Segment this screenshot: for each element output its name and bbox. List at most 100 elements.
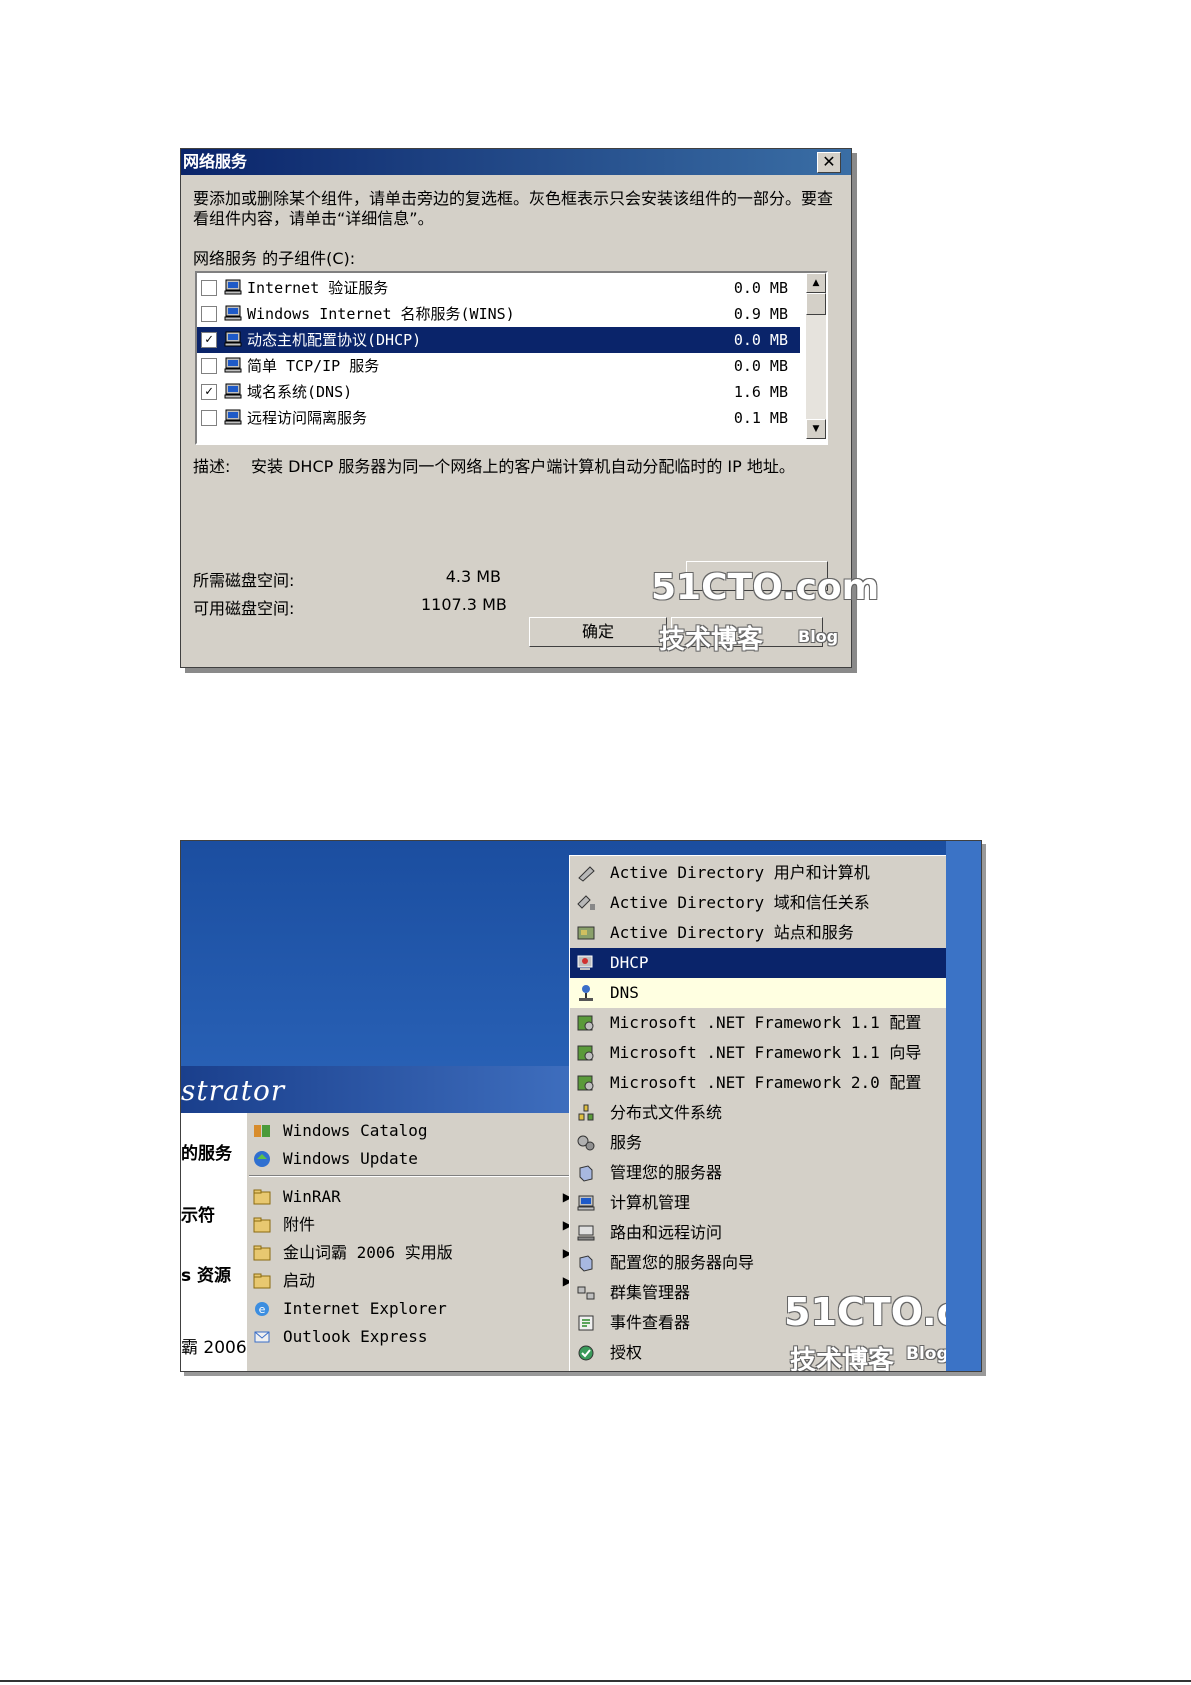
- services-icon: [577, 1135, 595, 1151]
- ad-sites-icon: [577, 926, 595, 940]
- folder-icon: [253, 1245, 271, 1261]
- menu-item-accessories[interactable]: 附件 ▶: [247, 1211, 582, 1239]
- menu-item-label: Internet Explorer: [283, 1299, 447, 1318]
- menu-item-dotnet-11-wizard[interactable]: Microsoft .NET Framework 1.1 向导: [570, 1038, 947, 1068]
- item-name: Windows Internet 名称服务(WINS): [247, 305, 515, 323]
- menu-item-manage-server[interactable]: 管理您的服务器: [570, 1158, 947, 1188]
- update-icon: [254, 1151, 270, 1167]
- menu-item-ad-domains[interactable]: Active Directory 域和信任关系: [570, 888, 947, 918]
- left-panel-item[interactable]: 示符: [181, 1201, 215, 1226]
- list-item[interactable]: 简单 TCP/IP 服务 0.0 MB: [197, 353, 800, 379]
- scroll-thumb[interactable]: [806, 293, 826, 315]
- menu-item-label: 路由和远程访问: [610, 1223, 723, 1242]
- menu-item-label: 附件: [283, 1215, 316, 1234]
- description-text: 安装 DHCP 服务器为同一个网络上的客户端计算机自动分配临时的 IP 地址。: [251, 457, 795, 476]
- item-name: 简单 TCP/IP 服务: [247, 357, 380, 375]
- checkbox[interactable]: [201, 306, 217, 322]
- list-item[interactable]: Windows Internet 名称服务(WINS) 0.9 MB: [197, 301, 800, 327]
- outlook-icon: [254, 1331, 270, 1343]
- menu-item-label: WinRAR: [283, 1187, 341, 1206]
- subcomponents-list[interactable]: Internet 验证服务 0.0 MB Windows Internet 名称…: [195, 271, 828, 445]
- menu-item-label: Outlook Express: [283, 1327, 428, 1346]
- menu-item-label: 管理您的服务器: [610, 1163, 723, 1182]
- menu-item-label: DNS: [610, 983, 639, 1002]
- menu-item-kingsoft-dictionary[interactable]: 金山词霸 2006 实用版 ▶: [247, 1239, 582, 1267]
- item-name: 远程访问隔离服务: [247, 409, 368, 427]
- menu-item-dhcp[interactable]: DHCP: [570, 948, 947, 978]
- menu-item-label: 分布式文件系统: [610, 1103, 723, 1122]
- left-panel-item[interactable]: 霸 2006: [181, 1333, 247, 1358]
- description-label: 描述:: [193, 457, 231, 476]
- checkbox[interactable]: ✓: [201, 332, 217, 348]
- watermark-subtitle: 技术博客: [790, 1346, 895, 1372]
- menu-item-label: 计算机管理: [610, 1193, 691, 1212]
- menu-item-dotnet-20-config[interactable]: Microsoft .NET Framework 2.0 配置: [570, 1068, 947, 1098]
- dialog-title: 网络服务: [183, 152, 248, 171]
- configure-server-icon: [579, 1255, 593, 1272]
- item-size: 0.9 MB: [733, 305, 788, 323]
- menu-item-dotnet-11-config[interactable]: Microsoft .NET Framework 1.1 配置: [570, 1008, 947, 1038]
- item-name: 域名系统(DNS): [247, 383, 353, 401]
- computer-icon: [224, 331, 242, 347]
- disk-required-value: 4.3 MB: [445, 567, 501, 586]
- checkbox[interactable]: ✓: [201, 384, 217, 400]
- item-size: 0.0 MB: [733, 331, 788, 349]
- close-button[interactable]: ✕: [817, 152, 841, 173]
- menu-item-label: 服务: [610, 1133, 643, 1152]
- user-name-fragment: strator: [181, 1074, 286, 1107]
- disk-available-label: 可用磁盘空间:: [193, 599, 295, 618]
- ok-label: 确定: [581, 622, 614, 641]
- menu-item-dns[interactable]: DNS: [570, 978, 947, 1008]
- dialog-title-bar[interactable]: 网络服务 ✕: [181, 149, 851, 175]
- item-name: 动态主机配置协议(DHCP): [247, 331, 422, 349]
- menu-item-startup[interactable]: 启动 ▶: [247, 1267, 582, 1295]
- dotnet-icon: [577, 1075, 594, 1091]
- menu-item-winrar[interactable]: WinRAR ▶: [247, 1183, 582, 1211]
- start-menu-screenshot: strator 的服务 示符 s 资源 霸 2006 Windows Catal…: [180, 840, 982, 1372]
- menu-item-ad-sites[interactable]: Active Directory 站点和服务: [570, 918, 947, 948]
- vertical-scrollbar[interactable]: ▲ ▼: [806, 273, 826, 439]
- left-panel-item[interactable]: 的服务: [181, 1139, 232, 1164]
- menu-item-configure-server-wizard[interactable]: 配置您的服务器向导: [570, 1248, 947, 1278]
- menu-item-computer-management[interactable]: 计算机管理: [570, 1188, 947, 1218]
- folder-icon: [253, 1189, 271, 1205]
- menu-item-ad-users[interactable]: Active Directory 用户和计算机: [570, 858, 947, 888]
- checkbox[interactable]: [201, 280, 217, 296]
- scroll-up-button[interactable]: ▲: [806, 273, 826, 293]
- instruction-text: 要添加或删除某个组件，请单击旁边的复选框。灰色框表示只会安装该组件的一部分。要查…: [193, 189, 834, 228]
- menu-item-dfs[interactable]: 分布式文件系统: [570, 1098, 947, 1128]
- menu-item-outlook-express[interactable]: Outlook Express: [247, 1323, 582, 1351]
- menu-item-label: 金山词霸 2006 实用版: [283, 1243, 453, 1262]
- menu-item-windows-catalog[interactable]: Windows Catalog: [247, 1117, 582, 1145]
- dotnet-icon: [577, 1015, 594, 1031]
- menu-item-routing-remote-access[interactable]: 路由和远程访问: [570, 1218, 947, 1248]
- checkbox[interactable]: [201, 358, 217, 374]
- ad-users-icon: [578, 866, 595, 882]
- menu-item-services[interactable]: 服务: [570, 1128, 947, 1158]
- item-size: 0.0 MB: [733, 279, 788, 297]
- all-programs-menu: Windows Catalog Windows Update WinRAR ▶ …: [246, 1113, 582, 1371]
- checkbox[interactable]: [201, 410, 217, 426]
- list-item[interactable]: Internet 验证服务 0.0 MB: [197, 275, 800, 301]
- folder-icon: [253, 1217, 271, 1233]
- event-viewer-icon: [578, 1315, 594, 1331]
- menu-item-windows-update[interactable]: Windows Update: [247, 1145, 582, 1173]
- close-icon: ✕: [822, 152, 836, 171]
- left-panel-item[interactable]: s 资源: [181, 1261, 231, 1286]
- ad-domains-icon: [577, 895, 595, 910]
- menu-item-label: 事件查看器: [610, 1313, 691, 1332]
- ok-button[interactable]: 确定: [529, 617, 667, 647]
- watermark-blog: Blog: [906, 1344, 949, 1364]
- list-item[interactable]: 远程访问隔离服务 0.1 MB: [197, 405, 800, 431]
- routing-icon: [577, 1225, 595, 1241]
- start-menu-user-banner: strator: [181, 1066, 581, 1116]
- list-item[interactable]: ✓ 动态主机配置协议(DHCP) 0.0 MB: [197, 327, 800, 353]
- computer-icon: [224, 409, 242, 425]
- list-item[interactable]: ✓ 域名系统(DNS) 1.6 MB: [197, 379, 800, 405]
- scroll-down-button[interactable]: ▼: [806, 419, 826, 439]
- manage-server-icon: [579, 1165, 593, 1182]
- disk-required-label: 所需磁盘空间:: [193, 571, 295, 590]
- computer-icon: [224, 305, 242, 321]
- menu-item-label: 启动: [283, 1271, 316, 1290]
- menu-item-internet-explorer[interactable]: e Internet Explorer: [247, 1295, 582, 1323]
